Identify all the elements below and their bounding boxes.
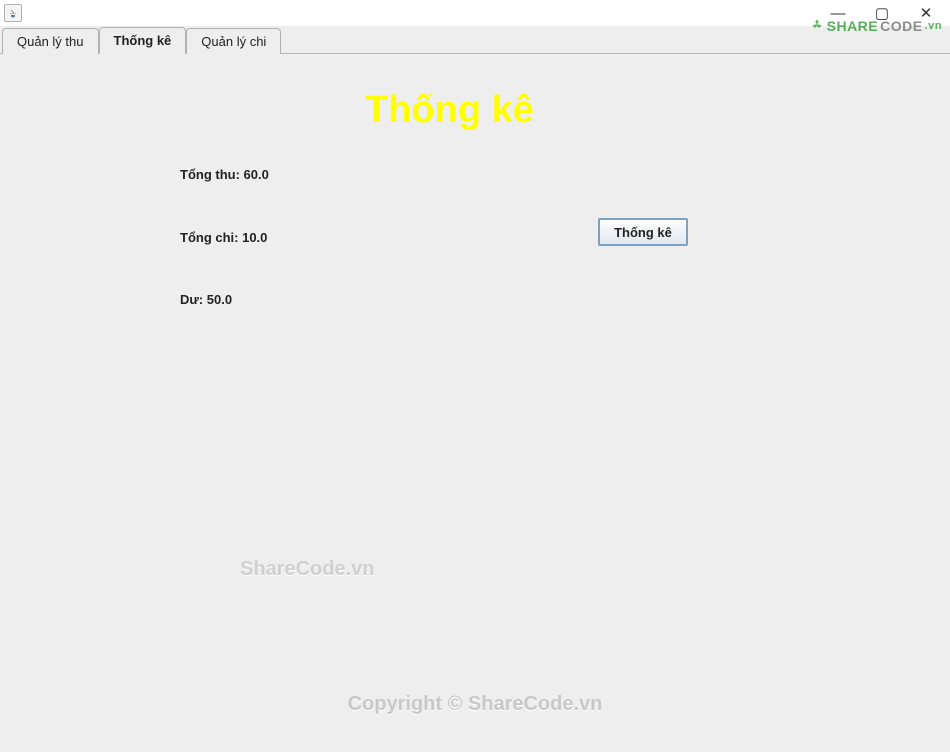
java-icon [4, 4, 22, 22]
tab-statistics[interactable]: Thống kê [99, 27, 187, 54]
tab-bar: Quản lý thu Thống kê Quản lý chi [0, 26, 950, 54]
tab-revenue[interactable]: Quản lý thu [2, 28, 99, 54]
statistics-button[interactable]: Thống kê [598, 218, 688, 246]
watermark-middle: ShareCode.vn [240, 558, 374, 581]
balance-label: Dư: 50.0 [180, 292, 232, 307]
watermark-vn: .vn [925, 20, 942, 32]
total-income-label: Tổng thu: 60.0 [180, 167, 269, 182]
watermark-footer: Copyright © ShareCode.vn [0, 693, 950, 716]
total-expense-label: Tổng chi: 10.0 [180, 230, 267, 245]
recycle-icon [809, 18, 825, 34]
watermark-logo: SHARECODE.vn [809, 18, 942, 34]
watermark-share: SHARE [827, 18, 879, 34]
watermark-code: CODE [880, 18, 922, 34]
content-area: Thống kê Tổng thu: 60.0 Tổng chi: 10.0 D… [0, 54, 950, 752]
page-title: Thống kê [365, 89, 534, 132]
tab-expense[interactable]: Quản lý chi [186, 28, 281, 54]
window-titlebar: — ▢ ✕ [0, 0, 950, 26]
